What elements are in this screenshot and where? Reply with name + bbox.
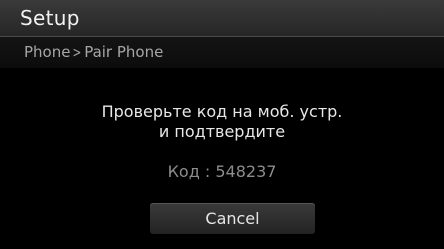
pairing-code-separator: : xyxy=(199,162,216,181)
screen: Setup Phone > Pair Phone Проверьте код на … xyxy=(0,0,444,249)
pairing-code: Код : 548237 xyxy=(0,162,444,182)
dialog-message-line-1: Проверьте код на моб. устр. xyxy=(101,102,343,121)
breadcrumb-item-phone[interactable]: Phone xyxy=(24,43,70,61)
breadcrumb: Phone > Pair Phone xyxy=(24,42,163,63)
breadcrumb-item-pair-phone: Pair Phone xyxy=(84,43,164,61)
pairing-code-value: 548237 xyxy=(215,162,277,181)
cancel-button-label: Cancel xyxy=(205,209,260,228)
dialog-message-line-2: и подтвердите xyxy=(158,122,286,141)
cancel-button[interactable]: Cancel xyxy=(150,203,315,234)
page-title: Setup xyxy=(20,6,80,30)
pairing-code-label: Код xyxy=(167,162,200,181)
title-bar: Setup xyxy=(0,0,444,36)
breadcrumb-bar: Phone > Pair Phone xyxy=(0,36,444,68)
breadcrumb-separator: > xyxy=(72,45,82,61)
